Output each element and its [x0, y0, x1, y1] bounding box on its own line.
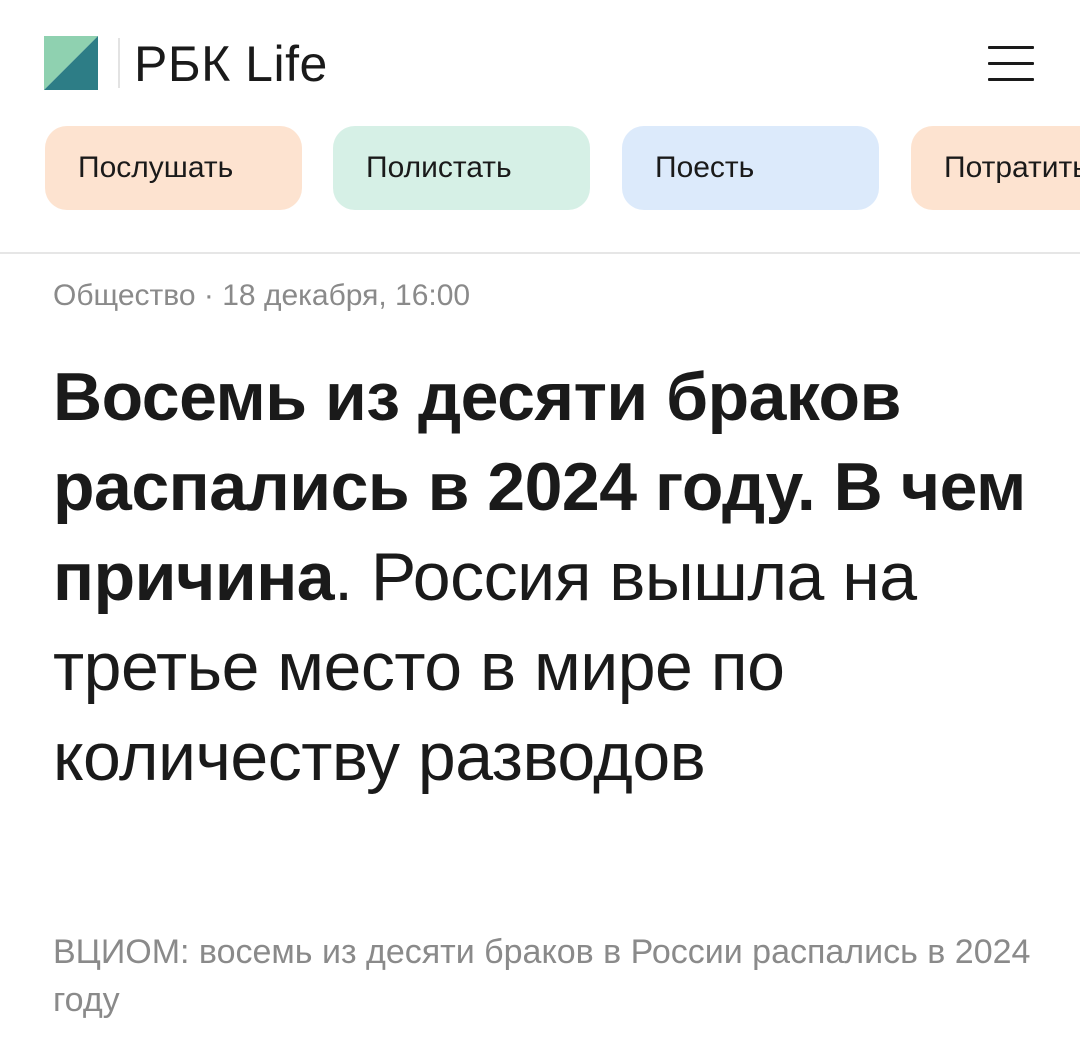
article-headline[interactable]: Восемь из десяти браков распались в 2024…: [53, 352, 1053, 802]
brand-name[interactable]: РБК Life: [134, 34, 328, 94]
logo-divider: [118, 38, 120, 88]
chip-browse[interactable]: Полистать: [333, 126, 590, 210]
chip-spend[interactable]: Потратить: [911, 126, 1080, 210]
article-lead: ВЦИОМ: восемь из десяти браков в России …: [53, 933, 1031, 1019]
chip-eat[interactable]: Поесть: [622, 126, 879, 210]
chip-listen[interactable]: Послушать: [45, 126, 302, 210]
menu-line: [988, 46, 1034, 49]
menu-line: [988, 78, 1034, 81]
menu-line: [988, 62, 1034, 65]
site-header: РБК Life: [0, 0, 1080, 120]
header-separator: [0, 252, 1080, 254]
category-chips: Послушать Полистать Поесть Потратить: [0, 126, 1080, 212]
rbc-logo-icon[interactable]: [44, 36, 98, 90]
page: РБК Life Послушать Полистать Поесть Потр…: [0, 0, 1080, 1048]
hamburger-menu-icon[interactable]: [984, 42, 1038, 86]
headline-period: .: [334, 539, 353, 615]
article-meta: Общество · 18 декабря, 16:00: [53, 279, 471, 312]
